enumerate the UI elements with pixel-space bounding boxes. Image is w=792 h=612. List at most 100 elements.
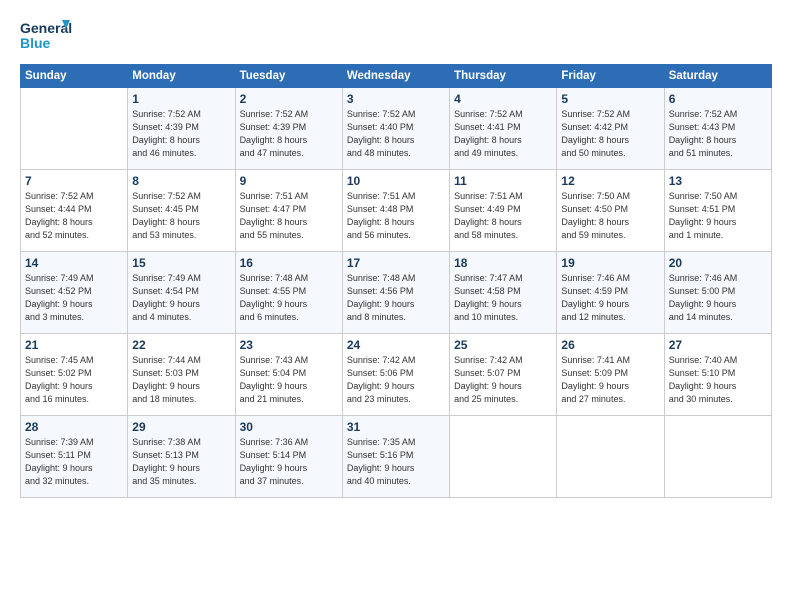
day-info: Sunrise: 7:42 AMSunset: 5:07 PMDaylight:… [454, 355, 523, 404]
day-number: 28 [25, 420, 123, 434]
calendar-cell: 23 Sunrise: 7:43 AMSunset: 5:04 PMDayligh… [235, 334, 342, 416]
day-number: 13 [669, 174, 767, 188]
day-info: Sunrise: 7:44 AMSunset: 5:03 PMDaylight:… [132, 355, 201, 404]
weekday-sunday: Sunday [21, 65, 128, 88]
week-row-1: 1 Sunrise: 7:52 AMSunset: 4:39 PMDaylight… [21, 88, 772, 170]
day-info: Sunrise: 7:50 AMSunset: 4:50 PMDaylight:… [561, 191, 630, 240]
day-info: Sunrise: 7:46 AMSunset: 5:00 PMDaylight:… [669, 273, 738, 322]
day-number: 31 [347, 420, 445, 434]
day-number: 20 [669, 256, 767, 270]
day-number: 24 [347, 338, 445, 352]
day-number: 15 [132, 256, 230, 270]
day-number: 27 [669, 338, 767, 352]
day-info: Sunrise: 7:52 AMSunset: 4:44 PMDaylight:… [25, 191, 94, 240]
calendar-cell: 25 Sunrise: 7:42 AMSunset: 5:07 PMDayligh… [450, 334, 557, 416]
day-number: 4 [454, 92, 552, 106]
calendar-cell [664, 416, 771, 498]
day-number: 11 [454, 174, 552, 188]
calendar-cell: 19Sunrise: 7:46 AMSunset: 4:59 PMDayligh… [557, 252, 664, 334]
day-number: 19 [561, 256, 659, 270]
weekday-friday: Friday [557, 65, 664, 88]
calendar-table: SundayMondayTuesdayWednesdayThursdayFrid… [20, 64, 772, 498]
day-info: Sunrise: 7:38 AMSunset: 5:13 PMDaylight:… [132, 437, 201, 486]
calendar-cell: 15 Sunrise: 7:49 AMSunset: 4:54 PMDayligh… [128, 252, 235, 334]
day-info: Sunrise: 7:52 AMSunset: 4:39 PMDaylight:… [240, 109, 309, 158]
weekday-header-row: SundayMondayTuesdayWednesdayThursdayFrid… [21, 65, 772, 88]
calendar-cell [21, 88, 128, 170]
calendar-cell: 29 Sunrise: 7:38 AMSunset: 5:13 PMDayligh… [128, 416, 235, 498]
calendar-cell: 27 Sunrise: 7:40 AMSunset: 5:10 PMDayligh… [664, 334, 771, 416]
day-info: Sunrise: 7:39 AMSunset: 5:11 PMDaylight:… [25, 437, 94, 486]
day-number: 25 [454, 338, 552, 352]
page-header: General Blue [20, 18, 772, 54]
calendar-cell: 24 Sunrise: 7:42 AMSunset: 5:06 PMDayligh… [342, 334, 449, 416]
calendar-cell: 20 Sunrise: 7:46 AMSunset: 5:00 PMDayligh… [664, 252, 771, 334]
day-number: 7 [25, 174, 123, 188]
calendar-cell: 30 Sunrise: 7:36 AMSunset: 5:14 PMDayligh… [235, 416, 342, 498]
calendar-cell: 6 Sunrise: 7:52 AMSunset: 4:43 PMDaylight… [664, 88, 771, 170]
day-number: 14 [25, 256, 123, 270]
week-row-4: 21 Sunrise: 7:45 AMSunset: 5:02 PMDayligh… [21, 334, 772, 416]
day-info: Sunrise: 7:52 AMSunset: 4:45 PMDaylight:… [132, 191, 201, 240]
calendar-cell: 9 Sunrise: 7:51 AMSunset: 4:47 PMDaylight… [235, 170, 342, 252]
day-number: 1 [132, 92, 230, 106]
calendar-cell: 8 Sunrise: 7:52 AMSunset: 4:45 PMDaylight… [128, 170, 235, 252]
calendar-cell: 1 Sunrise: 7:52 AMSunset: 4:39 PMDaylight… [128, 88, 235, 170]
calendar-cell: 21 Sunrise: 7:45 AMSunset: 5:02 PMDayligh… [21, 334, 128, 416]
week-row-5: 28 Sunrise: 7:39 AMSunset: 5:11 PMDayligh… [21, 416, 772, 498]
day-info: Sunrise: 7:52 AMSunset: 4:43 PMDaylight:… [669, 109, 738, 158]
day-number: 18 [454, 256, 552, 270]
day-number: 23 [240, 338, 338, 352]
calendar-cell: 26Sunrise: 7:41 AMSunset: 5:09 PMDayligh… [557, 334, 664, 416]
day-info: Sunrise: 7:51 AMSunset: 4:47 PMDaylight:… [240, 191, 309, 240]
day-number: 16 [240, 256, 338, 270]
calendar-cell: 13 Sunrise: 7:50 AMSunset: 4:51 PMDayligh… [664, 170, 771, 252]
day-number: 21 [25, 338, 123, 352]
calendar-cell: 14Sunrise: 7:49 AMSunset: 4:52 PMDayligh… [21, 252, 128, 334]
day-info: Sunrise: 7:51 AMSunset: 4:48 PMDaylight:… [347, 191, 416, 240]
day-number: 5 [561, 92, 659, 106]
calendar-cell: 16 Sunrise: 7:48 AMSunset: 4:55 PMDayligh… [235, 252, 342, 334]
calendar-cell: 28 Sunrise: 7:39 AMSunset: 5:11 PMDayligh… [21, 416, 128, 498]
week-row-3: 14Sunrise: 7:49 AMSunset: 4:52 PMDayligh… [21, 252, 772, 334]
day-info: Sunrise: 7:42 AMSunset: 5:06 PMDaylight:… [347, 355, 416, 404]
calendar-cell: 5 Sunrise: 7:52 AMSunset: 4:42 PMDaylight… [557, 88, 664, 170]
day-info: Sunrise: 7:52 AMSunset: 4:42 PMDaylight:… [561, 109, 630, 158]
day-number: 2 [240, 92, 338, 106]
day-info: Sunrise: 7:50 AMSunset: 4:51 PMDaylight:… [669, 191, 738, 240]
day-info: Sunrise: 7:36 AMSunset: 5:14 PMDaylight:… [240, 437, 309, 486]
day-number: 10 [347, 174, 445, 188]
calendar-cell: 12 Sunrise: 7:50 AMSunset: 4:50 PMDayligh… [557, 170, 664, 252]
logo: General Blue [20, 18, 72, 54]
day-info: Sunrise: 7:52 AMSunset: 4:39 PMDaylight:… [132, 109, 201, 158]
svg-text:Blue: Blue [20, 35, 51, 51]
calendar-cell: 11 Sunrise: 7:51 AMSunset: 4:49 PMDayligh… [450, 170, 557, 252]
day-number: 12 [561, 174, 659, 188]
day-number: 9 [240, 174, 338, 188]
weekday-monday: Monday [128, 65, 235, 88]
day-number: 29 [132, 420, 230, 434]
calendar-cell: 17Sunrise: 7:48 AMSunset: 4:56 PMDayligh… [342, 252, 449, 334]
calendar-cell: 2 Sunrise: 7:52 AMSunset: 4:39 PMDaylight… [235, 88, 342, 170]
calendar-cell: 3Sunrise: 7:52 AMSunset: 4:40 PMDaylight… [342, 88, 449, 170]
day-number: 30 [240, 420, 338, 434]
weekday-wednesday: Wednesday [342, 65, 449, 88]
calendar-cell: 22 Sunrise: 7:44 AMSunset: 5:03 PMDayligh… [128, 334, 235, 416]
calendar-cell [450, 416, 557, 498]
day-info: Sunrise: 7:40 AMSunset: 5:10 PMDaylight:… [669, 355, 738, 404]
day-info: Sunrise: 7:41 AMSunset: 5:09 PMDaylight:… [561, 355, 630, 404]
day-info: Sunrise: 7:48 AMSunset: 4:55 PMDaylight:… [240, 273, 309, 322]
calendar-cell: 10 Sunrise: 7:51 AMSunset: 4:48 PMDayligh… [342, 170, 449, 252]
calendar-cell: 18Sunrise: 7:47 AMSunset: 4:58 PMDayligh… [450, 252, 557, 334]
day-number: 6 [669, 92, 767, 106]
day-info: Sunrise: 7:43 AMSunset: 5:04 PMDaylight:… [240, 355, 309, 404]
day-info: Sunrise: 7:49 AMSunset: 4:54 PMDaylight:… [132, 273, 201, 322]
day-number: 8 [132, 174, 230, 188]
day-info: Sunrise: 7:51 AMSunset: 4:49 PMDaylight:… [454, 191, 523, 240]
day-info: Sunrise: 7:45 AMSunset: 5:02 PMDaylight:… [25, 355, 94, 404]
day-number: 22 [132, 338, 230, 352]
weekday-saturday: Saturday [664, 65, 771, 88]
weekday-thursday: Thursday [450, 65, 557, 88]
calendar-cell: 31Sunrise: 7:35 AMSunset: 5:16 PMDayligh… [342, 416, 449, 498]
week-row-2: 7 Sunrise: 7:52 AMSunset: 4:44 PMDaylight… [21, 170, 772, 252]
